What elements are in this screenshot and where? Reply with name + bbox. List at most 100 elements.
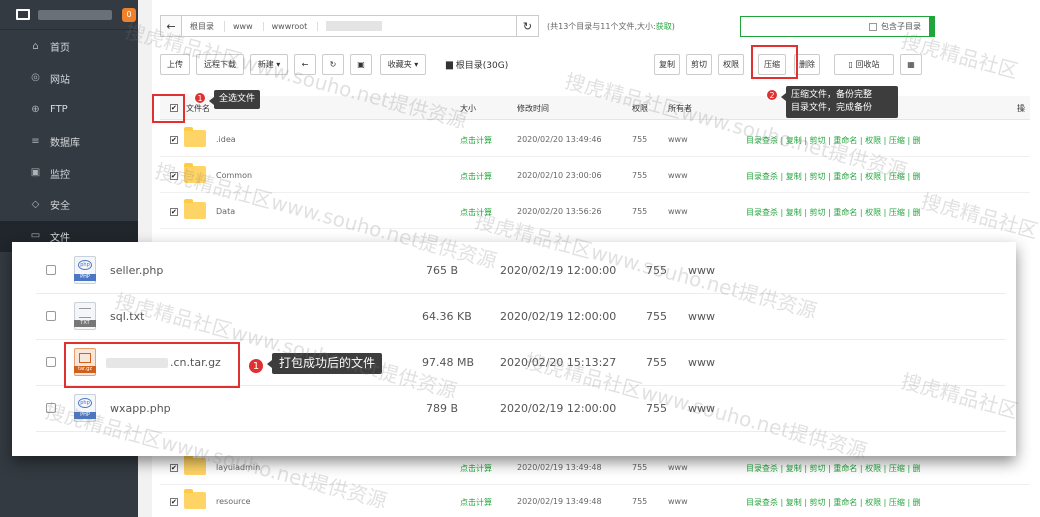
header-mtime[interactable]: 修改时间 [517,103,549,114]
breadcrumb-root[interactable]: 根目录 [190,20,225,32]
sidebar-item-database[interactable]: ≡ 数据库 [0,126,138,158]
remote-download-button[interactable]: 远程下载 [196,54,244,75]
toolbar: 上传 远程下载 新建 ▾ ← ↻ ▣ 收藏夹 ▾ ▆ 根目录(30G) 复制 剪… [160,54,1030,75]
table-row[interactable]: Common 点击计算 2020/02/10 23:00:06 755 www … [160,158,1030,193]
table-row[interactable]: php PHP seller.php 765 B 2020/02/19 12:00… [36,248,1006,294]
table-row[interactable]: php PHP wxapp.php 789 B 2020/02/19 12:00:… [36,386,1006,432]
header-size[interactable]: 大小 [460,103,476,114]
sidebar-item-home[interactable]: ⌂ 首页 [0,31,138,63]
refresh-list-button[interactable]: ↻ [322,54,344,75]
table-row[interactable]: TXT sql.txt 64.36 KB 2020/02/19 12:00:00… [36,294,1006,340]
row-checkbox[interactable] [46,357,56,367]
breadcrumb-wwwroot[interactable]: wwwroot [272,21,319,31]
breadcrumb-www[interactable]: www [233,21,264,31]
back-button[interactable]: ← [294,54,316,75]
calc-size-link[interactable]: 点击计算 [460,135,492,146]
calc-size-link[interactable]: 点击计算 [460,497,492,508]
step-number-badge: 1 [194,92,206,104]
txt-file-icon: TXT [74,302,96,330]
sidebar-header: 0 [0,0,138,30]
file-name[interactable]: Data [216,207,235,216]
ftp-icon: ⊕ [31,103,40,115]
directory-info: (共13个目录与11个文件,大小:获取) [547,21,675,32]
sidebar-item-monitor[interactable]: ▣ 监控 [0,157,138,189]
calc-size-link[interactable]: 点击计算 [460,171,492,182]
row-checkbox[interactable] [170,136,178,144]
file-name[interactable]: wxapp.php [110,402,171,415]
file-name[interactable]: sql.txt [110,310,144,323]
back-arrow-button[interactable]: ← [160,15,182,37]
file-name[interactable]: Common [216,171,252,180]
file-name[interactable]: layuiadmin [216,463,260,472]
table-row[interactable]: Data 点击计算 2020/02/20 13:56:26 755 www 目录… [160,194,1030,229]
grid-view-button[interactable]: ▦ [900,54,922,75]
new-dropdown-button[interactable]: 新建 ▾ [250,54,288,75]
file-name[interactable]: resource [216,497,251,506]
server-host-blurred [38,9,112,20]
header-filename[interactable]: 文件名 [186,103,210,114]
row-checkbox[interactable] [46,311,56,321]
file-size: 789 B [426,402,459,415]
row-checkbox[interactable] [170,464,178,472]
packed-file-highlight [64,342,240,388]
disk-icon: ▆ [446,59,456,70]
cut-button[interactable]: 剪切 [686,54,712,75]
row-ops[interactable]: 目录查杀 | 复制 | 剪切 | 重命名 | 权限 | 压缩 | 删 [746,497,921,508]
row-checkbox[interactable] [170,208,178,216]
sidebar-item-label: FTP [50,104,68,116]
row-ops[interactable]: 目录查杀 | 复制 | 剪切 | 重命名 | 权限 | 压缩 | 删 [746,135,921,146]
table-row[interactable]: .idea 点击计算 2020/02/20 13:49:46 755 www 目… [160,122,1030,157]
file-name[interactable]: seller.php [110,264,163,277]
row-ops[interactable]: 目录查杀 | 复制 | 剪切 | 重命名 | 权限 | 压缩 | 删 [746,171,921,182]
file-perm: 755 [632,497,648,506]
favorites-dropdown-button[interactable]: 收藏夹 ▾ [380,54,426,75]
file-size: 97.48 MB [422,356,475,369]
search-button[interactable] [929,16,935,37]
upload-button[interactable]: 上传 [160,54,190,75]
file-mtime: 2020/02/10 23:00:06 [517,171,602,180]
row-checkbox[interactable] [46,403,56,413]
row-checkbox[interactable] [170,172,178,180]
file-mtime: 2020/02/20 13:49:46 [517,135,602,144]
table-row[interactable]: resource 点击计算 2020/02/19 13:49:48 755 ww… [160,484,1030,517]
table-header: 文件名 大小 修改时间 权限 所有者 操 [160,96,1030,120]
calc-size-link[interactable]: 点击计算 [460,463,492,474]
notification-badge[interactable]: 0 [122,7,136,22]
copy-button[interactable]: 复制 [654,54,680,75]
directory-info-text: (共13个目录与11个文件,大小: [547,21,656,31]
sidebar-item-ftp[interactable]: ⊕ FTP [0,94,138,126]
include-subdir-checkbox[interactable] [869,22,877,31]
row-checkbox[interactable] [46,265,56,275]
database-icon: ≡ [31,135,40,147]
row-ops[interactable]: 目录查杀 | 复制 | 剪切 | 重命名 | 权限 | 压缩 | 删 [746,463,921,474]
sidebar-item-security[interactable]: ◇ 安全 [0,189,138,221]
folder-icon [184,199,206,219]
disk-label: 根目录(30G) [455,61,509,71]
sidebar-item-label: 首页 [50,43,70,55]
row-checkbox[interactable] [170,498,178,506]
folder-icon [184,455,206,475]
sidebar-item-website[interactable]: ◎ 网站 [0,63,138,95]
recycle-bin-button[interactable]: ▯ 回收站 [834,54,894,75]
search-input[interactable]: 包含子目录 [740,16,935,37]
get-size-link[interactable]: 获取 [656,22,672,31]
refresh-button[interactable]: ↻ [517,15,539,37]
caret-down-icon: ▾ [411,60,419,69]
calc-size-link[interactable]: 点击计算 [460,207,492,218]
path-bar: ← 根目录 www wwwroot ↻ (共13个目录与11个文件,大小:获取) [160,15,675,37]
row-ops[interactable]: 目录查杀 | 复制 | 剪切 | 重命名 | 权限 | 压缩 | 删 [746,207,921,218]
sidebar-item-label: 网站 [50,74,70,86]
permission-button[interactable]: 权限 [718,54,744,75]
file-type-tag: TXT [74,320,96,327]
folder-icon [184,163,206,183]
file-owner: www [688,356,715,369]
header-op: 操 [1017,104,1025,113]
terminal-button[interactable]: ▣ [350,54,372,75]
file-name[interactable]: .idea [216,135,236,144]
file-mtime: 2020/02/19 13:49:48 [517,463,602,472]
disk-root-button[interactable]: ▆ 根目录(30G) [446,54,508,75]
php-file-icon: php PHP [74,394,96,422]
favorites-label: 收藏夹 [387,60,412,69]
file-mtime: 2020/02/19 12:00:00 [500,264,617,277]
header-perm: 权限 [632,104,648,113]
